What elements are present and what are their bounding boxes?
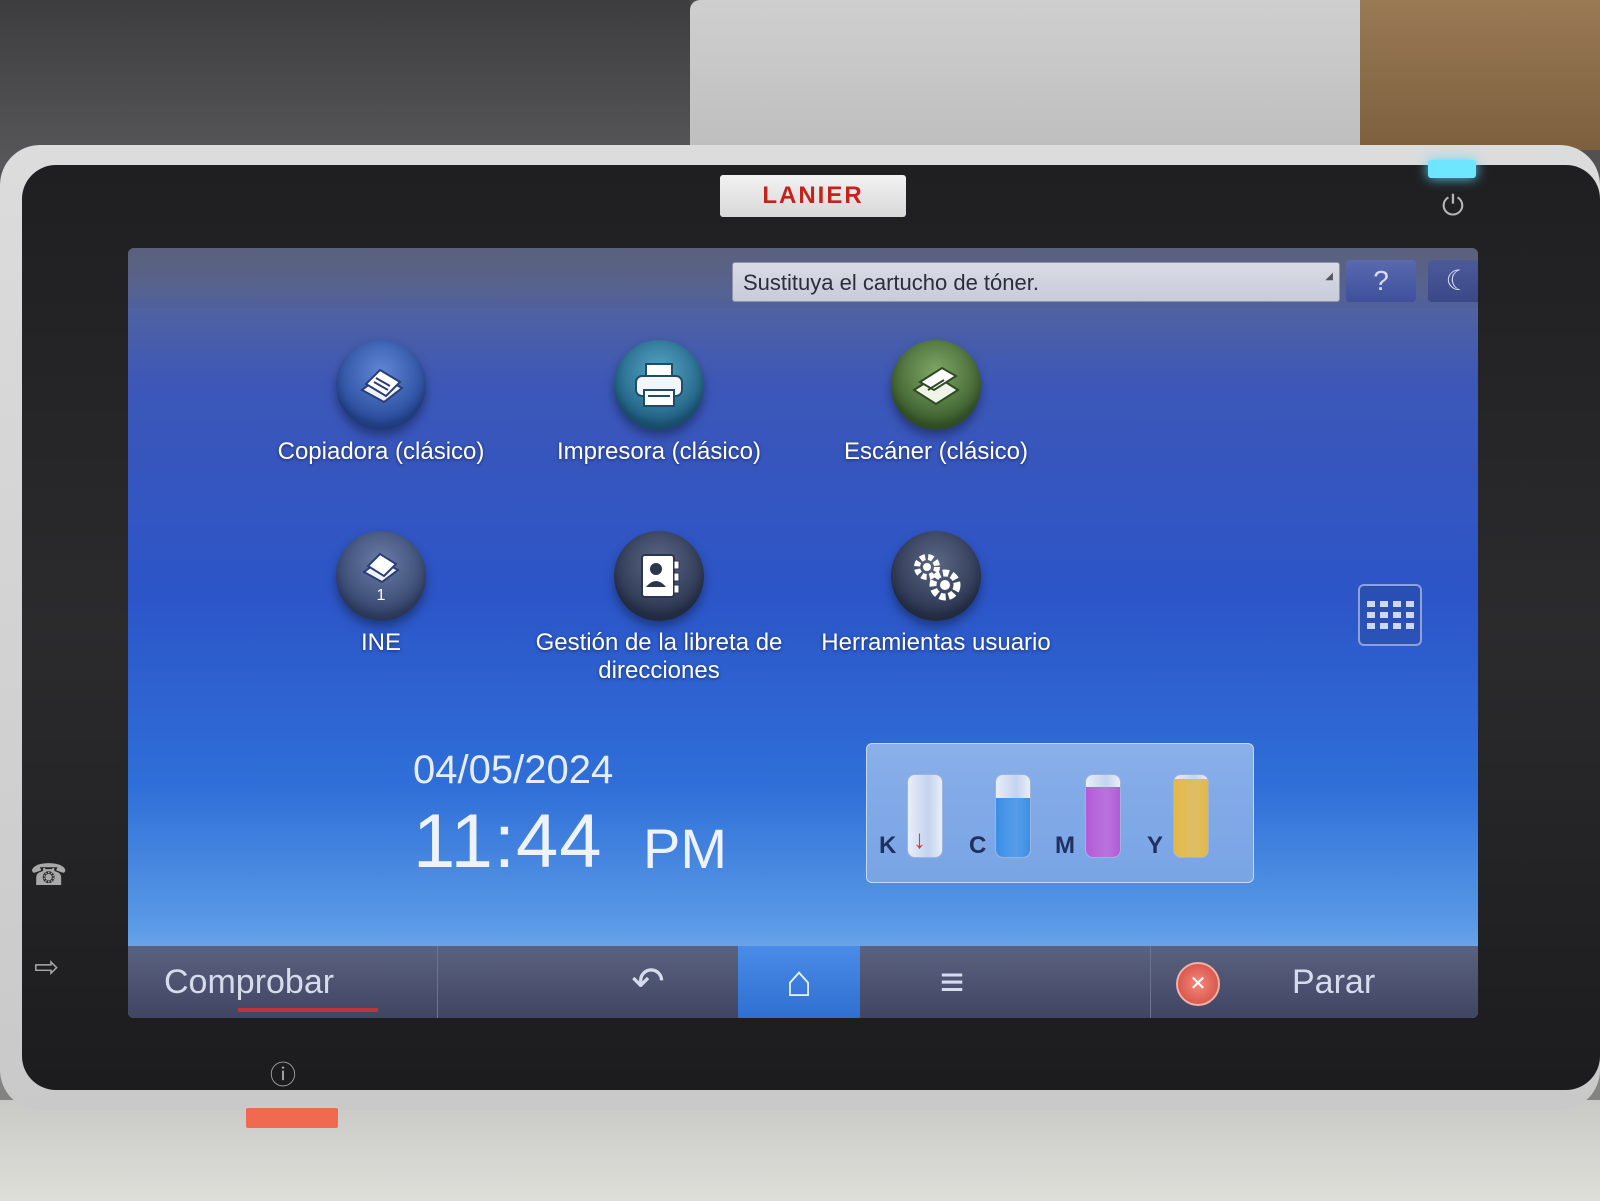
toner-tube	[1173, 774, 1209, 858]
app-label: Copiadora (clásico)	[277, 438, 485, 465]
power-led	[1428, 160, 1476, 178]
app-ine[interactable]: 1 INE	[251, 531, 511, 657]
toner-fill	[1174, 779, 1208, 857]
toner-c	[995, 774, 1035, 858]
sleep-button[interactable]: ☾	[1428, 260, 1478, 302]
app-copier[interactable]: Copiadora (clásico)	[251, 340, 511, 466]
status-message: Sustituya el cartucho de tóner.	[743, 270, 1039, 295]
address-book-icon	[614, 531, 704, 621]
menu-icon: ≡	[939, 958, 965, 1005]
top-bar: Sustituya el cartucho de tóner. ◢ ? ☾	[128, 248, 1478, 308]
fax-icon[interactable]: ☎	[30, 858, 67, 893]
status-led	[246, 1108, 338, 1128]
app-printer[interactable]: Impresora (clásico)	[529, 340, 789, 466]
printer-icon	[614, 340, 704, 430]
background-wood	[1360, 0, 1600, 150]
app-label: Escáner (clásico)	[843, 438, 1029, 465]
time-display: 11:44	[413, 799, 603, 884]
toner-letter: Y	[1147, 832, 1164, 859]
stop-icon[interactable]: ✕	[1176, 962, 1220, 1006]
app-address-book[interactable]: Gestión de la libreta de direcciones	[529, 531, 789, 685]
background-printer-body	[690, 0, 1390, 160]
divider	[1150, 946, 1151, 1018]
toner-k: ↓	[907, 774, 947, 858]
info-icon[interactable]: ⓘ	[270, 1055, 296, 1092]
status-alert-indicator	[238, 1008, 378, 1012]
gears-icon	[891, 531, 981, 621]
expand-corner-icon: ◢	[1325, 271, 1333, 282]
ampm-display: PM	[643, 817, 727, 880]
toner-m	[1085, 774, 1125, 858]
brand-logo: LANIER	[720, 175, 906, 217]
app-user-tools[interactable]: Herramientas usuario	[806, 531, 1066, 657]
help-button[interactable]: ?	[1346, 260, 1416, 302]
background-floor	[0, 1100, 1600, 1201]
home-button[interactable]: ⌂	[738, 946, 860, 1018]
status-message-box[interactable]: Sustituya el cartucho de tóner. ◢	[732, 262, 1340, 302]
document-copy-icon: 1	[336, 531, 426, 621]
back-icon: ↶	[631, 960, 665, 1004]
scanner-icon	[891, 340, 981, 430]
toner-levels-panel[interactable]: ↓ K C M Y	[866, 743, 1254, 883]
toner-letter: K	[879, 832, 897, 859]
app-badge: 1	[376, 587, 386, 604]
date-display: 04/05/2024	[413, 748, 614, 792]
app-list-grid-button[interactable]	[1358, 584, 1422, 646]
app-label: INE	[360, 629, 401, 656]
app-scanner[interactable]: Escáner (clásico)	[806, 340, 1066, 466]
toner-tube	[995, 774, 1031, 858]
back-button[interactable]: ↶	[608, 946, 688, 1018]
bottom-bar: Comprobar estado ↶ ⌂ ≡ ✕ Parar	[128, 946, 1478, 1018]
power-icon[interactable]: ⏻	[1437, 190, 1469, 222]
menu-button[interactable]: ≡	[912, 946, 992, 1018]
app-label: Gestión de la libreta de direcciones	[535, 629, 783, 684]
toner-y	[1173, 774, 1213, 858]
app-label: Impresora (clásico)	[556, 438, 762, 465]
login-icon[interactable]: ⇨	[34, 950, 59, 985]
app-label: Herramientas usuario	[821, 629, 1051, 656]
toner-fill	[1086, 787, 1120, 857]
toner-tube	[1085, 774, 1121, 858]
stop-button-label[interactable]: Parar	[1292, 946, 1375, 1018]
toner-letter: C	[969, 832, 987, 859]
check-status-button[interactable]: Comprobar estado	[138, 946, 438, 1018]
touch-screen: Sustituya el cartucho de tóner. ◢ ? ☾ Co…	[128, 248, 1478, 1018]
toner-fill	[996, 797, 1030, 857]
copier-icon	[336, 340, 426, 430]
toner-warning-icon: ↓	[913, 824, 926, 854]
home-icon: ⌂	[785, 957, 813, 1006]
toner-letter: M	[1055, 832, 1075, 859]
